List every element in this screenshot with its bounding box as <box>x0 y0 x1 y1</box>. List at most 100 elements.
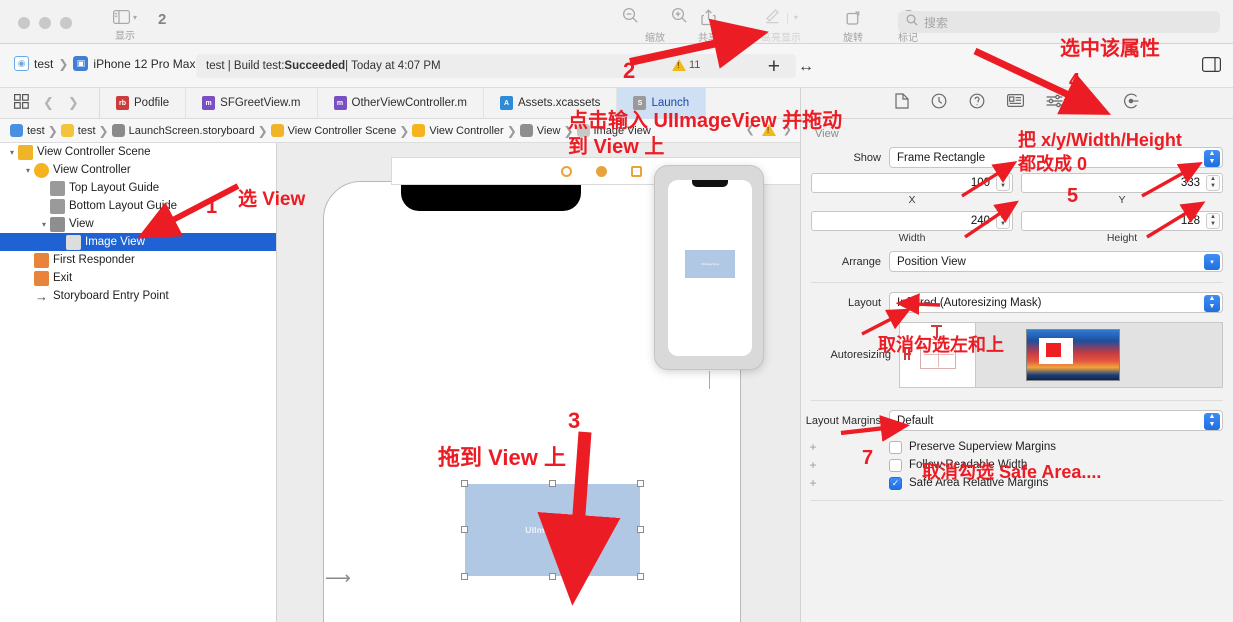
height-stepper[interactable]: ▲ ▼ <box>1206 213 1220 229</box>
outline-row[interactable]: Exit <box>0 269 276 287</box>
highlight-icon[interactable] <box>764 7 781 29</box>
device-preview-popover[interactable]: UIImageView <box>654 165 764 389</box>
inspector-tab-strip[interactable] <box>801 88 1233 119</box>
resize-handle[interactable] <box>461 480 468 487</box>
preview-rotate-group[interactable]: 旋转 <box>825 7 881 44</box>
y-stepper[interactable]: ▲ ▼ <box>1206 175 1220 191</box>
editor-tab[interactable]: S Launch <box>617 87 707 119</box>
rotate-icon[interactable] <box>825 7 881 28</box>
resize-handle[interactable] <box>548 480 556 487</box>
sidebar-view-icon[interactable]: ▾ <box>97 7 153 27</box>
preview-show-control[interactable]: ▾ 显示 <box>97 7 153 42</box>
outline-row[interactable]: → Storyboard Entry Point <box>0 287 276 305</box>
layout-margins-popup-button[interactable]: Default ▲ ▼ <box>889 410 1223 431</box>
autoresizing-top-strut[interactable] <box>936 325 938 338</box>
breadcrumb-item[interactable]: test <box>10 124 45 137</box>
add-constraint-plus-icon[interactable]: + <box>801 458 825 472</box>
resize-handle[interactable] <box>637 480 644 487</box>
zoom-out-icon[interactable] <box>622 7 639 29</box>
selected-image-view[interactable]: UIImageView <box>461 480 644 580</box>
autoresizing-widget[interactable] <box>900 323 976 387</box>
minimize-window-button[interactable] <box>39 17 51 29</box>
document-outline[interactable]: ▾ View Controller Scene ▾ View Controller To… <box>0 143 277 622</box>
editor-tab[interactable]: A Assets.xcassets <box>484 87 618 119</box>
x-input[interactable]: 100 ▲ ▼ <box>811 173 1013 193</box>
disclosure-triangle-icon[interactable]: ▾ <box>6 148 18 157</box>
zoom-window-button[interactable] <box>60 17 72 29</box>
breadcrumb-item[interactable]: Image View <box>576 124 651 137</box>
previous-issue-button[interactable]: ❮ <box>746 123 755 136</box>
window-traffic-lights[interactable] <box>18 17 72 29</box>
toggle-inspector-button[interactable] <box>1202 57 1221 77</box>
arrange-popup-button[interactable]: Position View ▾ <box>889 251 1223 272</box>
disclosure-triangle-icon[interactable]: ▾ <box>22 166 34 175</box>
outline-row[interactable]: ▾ View <box>0 215 276 233</box>
x-stepper[interactable]: ▲ ▼ <box>996 175 1010 191</box>
breadcrumb-item[interactable]: View Controller <box>412 124 504 137</box>
height-input[interactable]: 128 ▲ ▼ <box>1021 211 1223 231</box>
tabbar-nav-controls[interactable]: ❮ ❯ <box>0 87 100 119</box>
assistant-editor-button[interactable]: ↔ <box>798 58 814 76</box>
add-editor-button[interactable]: + <box>768 55 780 79</box>
quick-help-inspector-icon[interactable] <box>969 93 985 114</box>
first-responder-dock-icon[interactable] <box>595 165 607 177</box>
breadcrumb-item[interactable]: LaunchScreen.storyboard <box>111 124 255 137</box>
outline-row[interactable]: ▾ View Controller <box>0 161 276 179</box>
outline-row[interactable]: Top Layout Guide <box>0 179 276 197</box>
scheme-selector[interactable]: ◉ test ❯ ▣ iPhone 12 Pro Max <box>14 56 195 71</box>
next-issue-button[interactable]: ❯ <box>783 123 792 136</box>
view-controller-dock-icon[interactable] <box>560 165 572 177</box>
preview-highlight-group[interactable]: | ▾ 高亮显示 <box>735 7 827 44</box>
autoresizing-box[interactable] <box>899 322 1223 388</box>
outline-row[interactable]: First Responder <box>0 251 276 269</box>
resize-handle[interactable] <box>461 526 468 533</box>
outline-row[interactable]: Image View <box>0 233 276 251</box>
attributes-inspector-icon[interactable] <box>1046 94 1063 113</box>
editor-tab[interactable]: m SFGreetView.m <box>186 87 318 119</box>
go-forward-button[interactable]: ❯ <box>68 95 79 111</box>
layout-popup-button[interactable]: Inferred (Autoresizing Mask) ▲ ▼ <box>889 292 1223 313</box>
warning-badge[interactable]: 11 <box>672 59 700 71</box>
inspector-checkbox-row[interactable]: + Preserve Superview Margins <box>801 438 1233 456</box>
breadcrumb-item[interactable]: View Controller Scene <box>270 124 396 137</box>
size-inspector-icon[interactable] <box>1085 94 1101 113</box>
autoresizing-inner-box[interactable] <box>920 339 956 369</box>
width-input[interactable]: 240 ▲ ▼ <box>811 211 1013 231</box>
resize-handle[interactable] <box>548 573 556 580</box>
disclosure-triangle-icon[interactable]: ▾ <box>38 220 50 229</box>
preview-search-field[interactable]: 搜索 <box>898 11 1220 33</box>
connections-inspector-icon[interactable] <box>1123 93 1139 114</box>
show-popup-arrows-icon[interactable]: ▲ ▼ <box>1204 149 1220 167</box>
layout-margins-arrows-icon[interactable]: ▲ ▼ <box>1204 412 1220 430</box>
checkbox[interactable] <box>889 440 902 454</box>
outline-row[interactable]: ▾ View Controller Scene <box>0 143 276 161</box>
file-inspector-icon[interactable] <box>895 92 909 114</box>
layout-popup-arrows-icon[interactable]: ▲ ▼ <box>1204 294 1220 312</box>
add-constraint-plus-icon[interactable]: + <box>801 440 825 454</box>
y-input[interactable]: 333 ▲ ▼ <box>1021 173 1223 193</box>
resize-handle[interactable] <box>461 573 468 580</box>
inspector-checkbox-row[interactable]: + Follow Readable Width <box>801 456 1233 474</box>
chevron-down-icon[interactable]: ▾ <box>1204 254 1220 270</box>
close-window-button[interactable] <box>18 17 30 29</box>
breadcrumb-item[interactable]: test <box>60 124 96 137</box>
history-inspector-icon[interactable] <box>931 93 947 114</box>
width-stepper[interactable]: ▲ ▼ <box>996 213 1010 229</box>
checkbox[interactable]: ✓ <box>889 476 902 490</box>
outline-row[interactable]: Bottom Layout Guide <box>0 197 276 215</box>
identity-inspector-icon[interactable] <box>1007 94 1025 112</box>
inspector-checkbox-row[interactable]: + ✓ Safe Area Relative Margins <box>801 474 1233 492</box>
share-icon[interactable] <box>672 7 744 28</box>
go-back-button[interactable]: ❮ <box>43 95 54 111</box>
preview-share-group[interactable]: 共享 <box>672 7 744 44</box>
resize-handle[interactable] <box>637 526 644 533</box>
add-constraint-plus-icon[interactable]: + <box>801 476 825 490</box>
tab-overview-icon[interactable] <box>14 94 29 112</box>
jumpbar-issue-nav[interactable]: ❮ ❯ <box>746 123 792 136</box>
editor-tab[interactable]: rb Podfile <box>100 87 187 119</box>
show-popup-button[interactable]: Frame Rectangle ▲ ▼ <box>889 147 1223 168</box>
editor-tab[interactable]: m OtherViewController.m <box>318 87 484 119</box>
checkbox[interactable] <box>889 458 902 472</box>
chevron-down-icon[interactable]: ▾ <box>794 13 798 22</box>
exit-dock-icon[interactable] <box>630 165 642 177</box>
